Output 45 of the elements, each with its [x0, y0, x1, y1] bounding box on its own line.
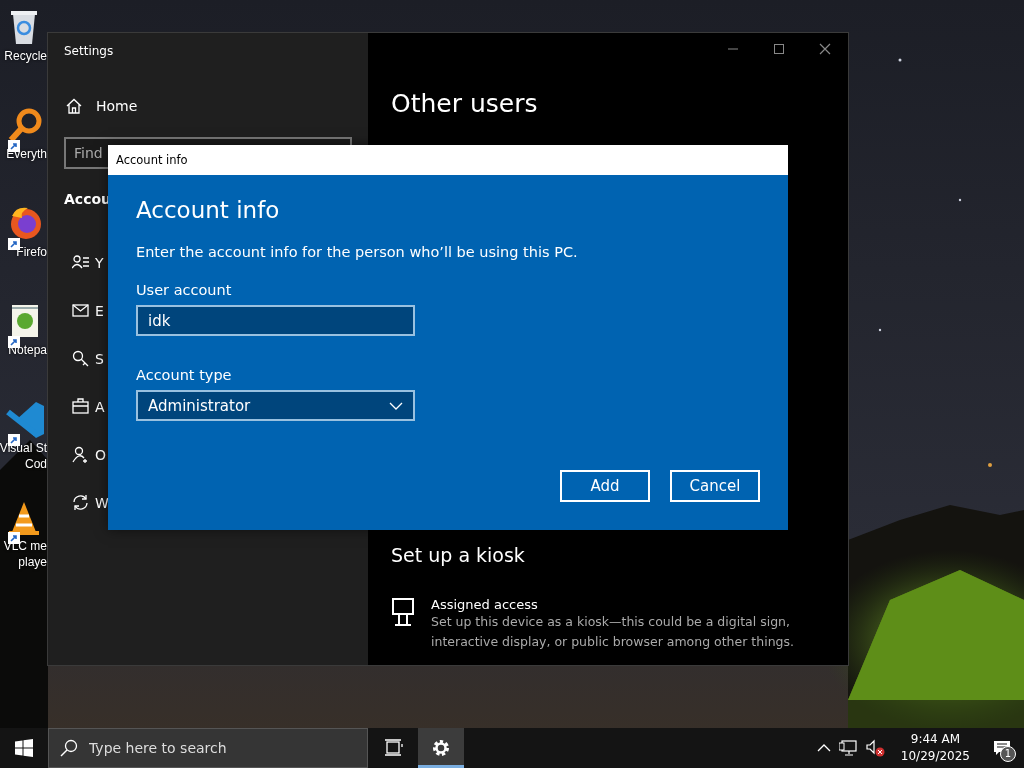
muted-speaker-icon[interactable] [864, 739, 885, 757]
home-nav-item[interactable]: Home [64, 95, 368, 117]
field-label: Account type [136, 367, 233, 383]
clock[interactable]: 9:44 AM 10/29/2025 [900, 731, 970, 765]
field-label: User account [136, 282, 233, 298]
sync-icon [72, 494, 90, 512]
input-field[interactable]: idk [136, 305, 415, 336]
search-field[interactable]: Type here to search [48, 728, 368, 768]
search-icon [60, 739, 78, 757]
key-icon [72, 350, 90, 368]
chevron-down-icon [389, 401, 403, 410]
icon-label: Cod [25, 456, 47, 472]
nav-item[interactable]: S [64, 335, 108, 383]
chevron-up-icon[interactable] [816, 743, 831, 753]
windows-logo-icon [15, 739, 33, 757]
home-icon [66, 98, 82, 114]
nav-item[interactable]: O [64, 431, 108, 479]
shortcut-arrow-icon [7, 336, 20, 348]
setting-title[interactable]: Assigned access [431, 597, 801, 612]
page-title: Other users [391, 89, 539, 120]
person-add-icon [72, 446, 90, 464]
icon-label: Recycle [4, 48, 47, 64]
nav-item[interactable]: A [64, 383, 108, 431]
task-view-icon [383, 738, 403, 758]
gear-icon [431, 738, 451, 758]
dialog-heading: Account info [136, 197, 281, 225]
dropdown[interactable]: Administrator [136, 390, 415, 421]
setting-description: Set up this device as a kiosk—this could be a digital sign, interactive display, or public browser among other things. [431, 613, 795, 651]
instructions-text: Enter the account info for the person who’ll be using this PC. [136, 244, 579, 260]
network-icon[interactable] [838, 740, 857, 756]
icon-label: playe [18, 554, 47, 570]
kiosk-icon [391, 597, 415, 627]
add-button[interactable]: Add [560, 470, 650, 502]
nav-item[interactable]: E [64, 287, 108, 335]
envelope-icon [72, 302, 90, 320]
briefcase-icon [72, 398, 90, 416]
nav-item[interactable]: Y [64, 239, 108, 287]
icon-label: Notepa [8, 342, 47, 358]
cancel-button[interactable]: Cancel [670, 470, 760, 502]
nav-item[interactable]: W [64, 479, 108, 527]
notification-button[interactable]: 1 [986, 728, 1018, 768]
taskbar-button[interactable] [418, 728, 464, 768]
dialog-title: Account info [116, 152, 188, 169]
window-title: Settings [64, 43, 115, 60]
section-heading: Set up a kiosk [391, 544, 526, 566]
